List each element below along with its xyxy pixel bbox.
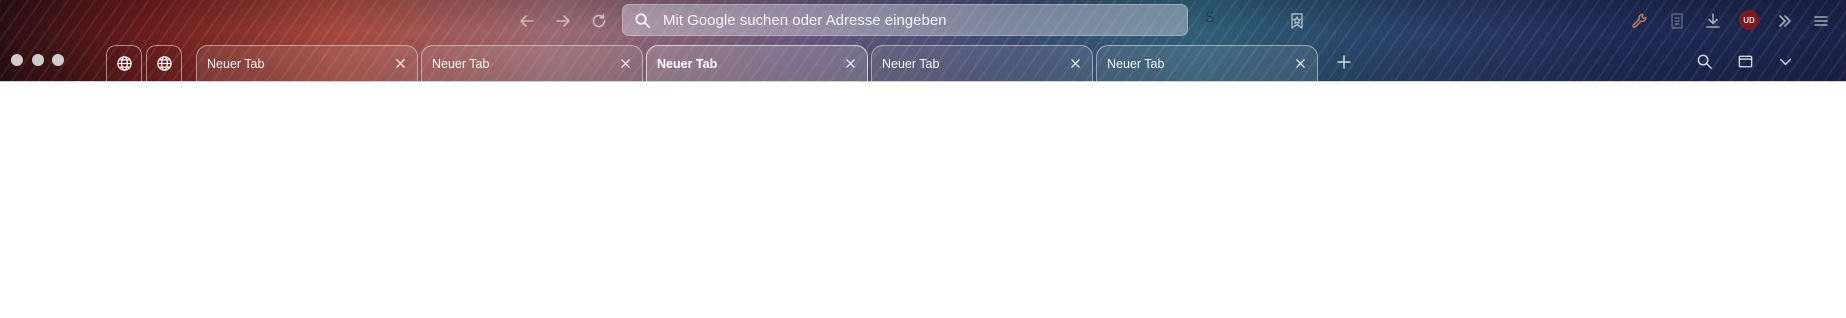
ublock-icon[interactable]: UD <box>1739 10 1759 30</box>
downloads-button[interactable] <box>1700 8 1726 34</box>
double-chevron-icon <box>1779 15 1791 27</box>
hamburger-menu-icon <box>1814 16 1828 26</box>
tools-button[interactable] <box>1627 8 1653 34</box>
page-content-area[interactable] <box>0 81 1846 318</box>
back-button[interactable] <box>513 8 541 34</box>
tab-close-button[interactable] <box>1066 55 1084 73</box>
close-icon <box>845 59 855 68</box>
reader-button[interactable] <box>1664 8 1690 34</box>
address-input[interactable] <box>661 10 1141 30</box>
arrow-left-icon <box>520 15 534 27</box>
forward-button[interactable] <box>549 8 577 34</box>
extensions-overflow-button[interactable] <box>1772 8 1798 34</box>
window-icon <box>1738 55 1752 67</box>
browser-chrome: S UD Neuer Tab Neuer Tab Neuer Tab <box>0 0 1846 81</box>
tab[interactable]: Neuer Tab <box>1096 45 1318 81</box>
search-icon <box>1697 54 1712 69</box>
window-zoom-dot[interactable] <box>52 54 64 66</box>
globe-icon <box>116 56 132 71</box>
download-icon <box>1706 13 1720 28</box>
app-menu-button[interactable] <box>1808 8 1834 34</box>
close-icon <box>395 59 405 68</box>
tab-label: Neuer Tab <box>882 56 940 71</box>
tab-label: Neuer Tab <box>432 56 490 71</box>
close-icon <box>1295 59 1305 68</box>
plus-icon <box>1337 55 1351 69</box>
search-icon <box>633 11 651 29</box>
tab-close-button[interactable] <box>841 55 859 73</box>
tab-label: Neuer Tab <box>207 56 265 71</box>
tab[interactable]: Neuer Tab <box>196 45 418 81</box>
chevron-down-icon <box>1779 58 1791 65</box>
bookmark-star-icon <box>1291 13 1303 29</box>
tab-active[interactable]: Neuer Tab <box>646 45 868 81</box>
pinned-tab[interactable] <box>146 45 182 81</box>
tab-close-button[interactable] <box>1291 55 1309 73</box>
new-tab-button[interactable] <box>1332 50 1356 74</box>
reload-button[interactable] <box>585 8 613 34</box>
tab-close-button[interactable] <box>616 55 634 73</box>
extension-s-icon[interactable]: S <box>1205 10 1215 26</box>
tab[interactable]: Neuer Tab <box>871 45 1093 81</box>
close-icon <box>620 59 630 68</box>
window-minimize-dot[interactable] <box>32 54 44 66</box>
tab-close-button[interactable] <box>391 55 409 73</box>
window-close-dot[interactable] <box>11 54 23 66</box>
address-bar[interactable] <box>622 4 1188 36</box>
globe-icon <box>156 56 172 71</box>
pinned-tab[interactable] <box>106 45 142 81</box>
tab-list-button[interactable] <box>1772 48 1798 74</box>
wrench-icon <box>1632 13 1647 28</box>
document-icon <box>1671 13 1683 29</box>
arrow-right-icon <box>556 15 570 27</box>
window-button[interactable] <box>1732 48 1758 74</box>
reload-icon <box>592 13 606 28</box>
close-icon <box>1070 59 1080 68</box>
tab[interactable]: Neuer Tab <box>421 45 643 81</box>
bookmark-star-button[interactable] <box>1284 8 1310 34</box>
tab-search-button[interactable] <box>1691 48 1717 74</box>
tab-label: Neuer Tab <box>1107 56 1165 71</box>
tab-label: Neuer Tab <box>657 56 718 71</box>
